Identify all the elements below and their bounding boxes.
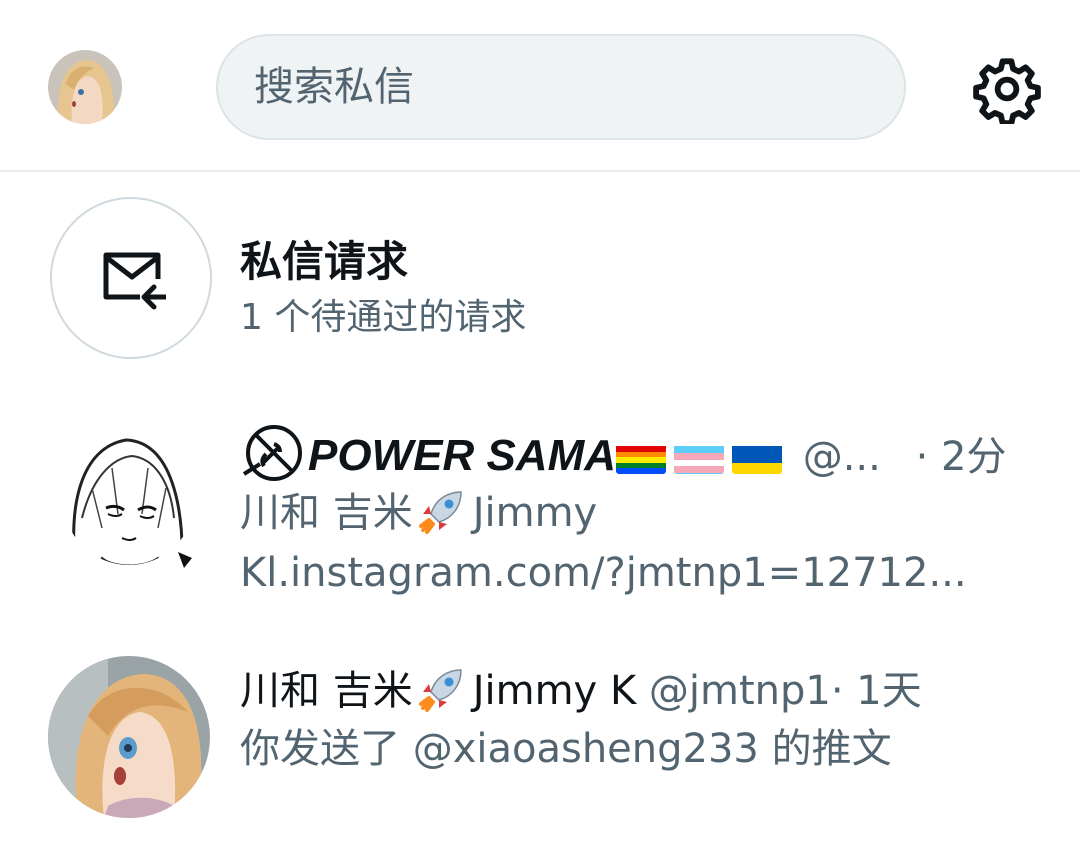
timestamp: · 1天 [830, 668, 922, 714]
conversation-avatar [48, 656, 210, 818]
conversation-header: POWER SAMA @... · 2分 [240, 424, 1007, 481]
requests-icon-circle [50, 197, 212, 359]
search-input[interactable] [218, 63, 904, 111]
preview-sender-name: 川和 吉米 [240, 490, 413, 536]
display-name-en: Jimmy K [472, 668, 637, 714]
header [0, 0, 1080, 172]
conversation-header: 川和 吉米 Jimmy K @jmtnp1· 1天 [240, 664, 922, 718]
no-symbol-icon [242, 425, 302, 481]
conversation-avatar [62, 418, 196, 580]
handle: @jmtnp1 [648, 668, 831, 714]
mail-incoming-icon [103, 252, 166, 310]
rocket-emoji [418, 491, 462, 534]
requests-subtitle: 1 个待通过的请求 [240, 297, 527, 338]
ukraine-flag-icon [732, 440, 782, 474]
rocket-emoji [418, 669, 462, 712]
preview-line-1: 川和 吉米 Jimmy [240, 486, 597, 536]
timestamp: · 2分 [915, 434, 1007, 480]
handle: @... [802, 434, 881, 480]
search-bar[interactable] [216, 34, 906, 140]
requests-title: 私信请求 [240, 237, 409, 286]
trans-flag-icon [674, 440, 724, 474]
preview-line-1-rest: Jimmy [472, 490, 598, 536]
preview-line: 你发送了 @xiaoasheng233 的推文 [240, 726, 892, 772]
gear-icon[interactable] [972, 54, 1042, 127]
preview-line-2: Kl.instagram.com/?jmtnp1=12712... [240, 550, 967, 596]
rainbow-flag-icon [616, 440, 666, 474]
display-name: POWER SAMA [308, 431, 616, 480]
user-avatar[interactable] [48, 50, 122, 124]
display-name: 川和 吉米 [240, 668, 413, 714]
